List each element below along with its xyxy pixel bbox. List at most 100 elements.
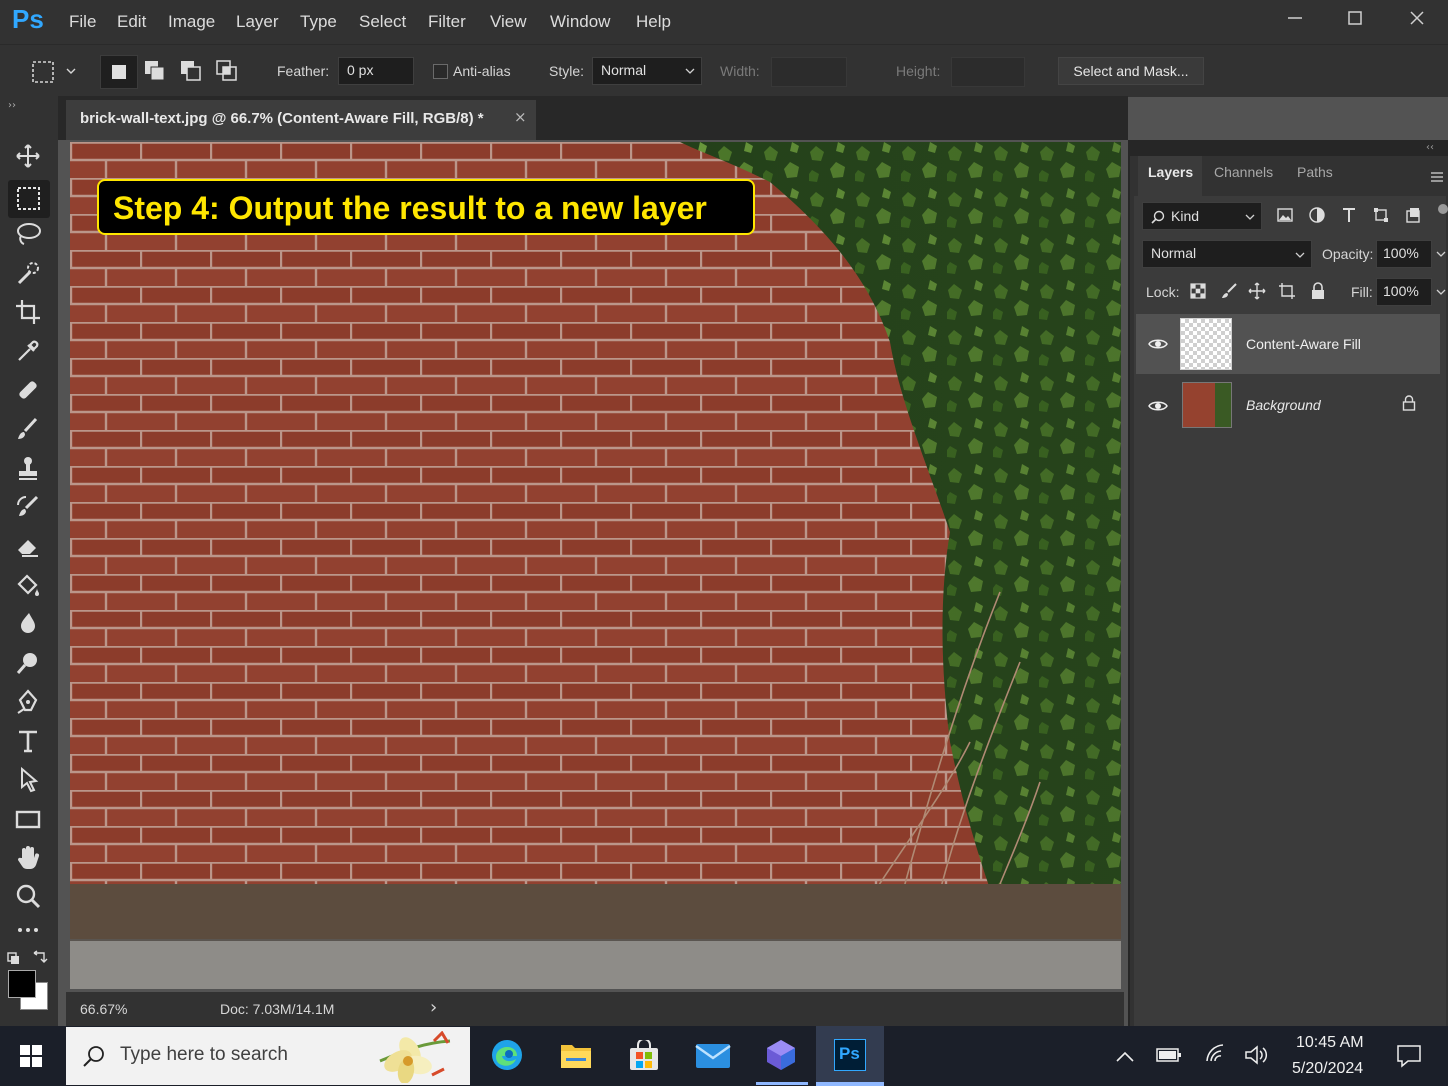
filter-pixel-layer-icon[interactable] [1276, 206, 1294, 228]
marquee-preset-picker[interactable] [30, 59, 82, 85]
edge-browser-icon[interactable] [490, 1038, 524, 1076]
blend-mode-dropdown[interactable]: Normal [1142, 240, 1312, 268]
style-label: Style: [549, 63, 585, 79]
type-tool-icon[interactable] [14, 727, 44, 757]
visibility-eye-icon[interactable] [1148, 398, 1168, 417]
opacity-chevron-down-icon[interactable] [1436, 250, 1446, 258]
menu-type[interactable]: Type [300, 12, 337, 32]
menu-layer[interactable]: Layer [236, 12, 279, 32]
select-and-mask-button[interactable]: Select and Mask... [1058, 57, 1204, 85]
style-dropdown[interactable]: Normal [592, 57, 702, 85]
menu-image[interactable]: Image [168, 12, 215, 32]
minimize-icon[interactable] [1280, 8, 1310, 32]
filter-toggle-icon[interactable] [1438, 204, 1448, 214]
filter-shape-layer-icon[interactable] [1372, 206, 1390, 228]
lock-all-icon[interactable] [1310, 282, 1326, 304]
status-menu-arrow-icon[interactable]: › [430, 997, 437, 1018]
rectangle-tool-icon[interactable] [14, 805, 44, 835]
default-swap-colors-icon[interactable] [6, 950, 50, 966]
filter-adjustment-layer-icon[interactable] [1308, 206, 1326, 228]
lock-image-pixels-icon[interactable] [1220, 282, 1238, 304]
lock-artboard-icon[interactable] [1278, 282, 1296, 304]
notification-center-icon[interactable] [1396, 1044, 1422, 1072]
menu-window[interactable]: Window [550, 12, 610, 32]
layer-row-background[interactable]: Background [1136, 376, 1440, 434]
taskbar-search-box[interactable]: Type here to search [66, 1027, 470, 1085]
history-brush-tool-icon[interactable] [14, 493, 44, 523]
clock-date[interactable]: 5/20/2024 [1292, 1060, 1363, 1078]
document-tab[interactable]: brick-wall-text.jpg @ 66.7% (Content-Awa… [66, 100, 536, 140]
menu-select[interactable]: Select [359, 12, 406, 32]
clock-time[interactable]: 10:45 AM [1296, 1034, 1364, 1052]
brush-tool-icon[interactable] [14, 415, 44, 445]
layer-name[interactable]: Content-Aware Fill [1246, 336, 1361, 352]
quick-selection-tool-icon[interactable] [14, 259, 44, 289]
filter-type-layer-icon[interactable] [1340, 206, 1358, 228]
paint-bucket-tool-icon[interactable] [14, 571, 44, 601]
lock-position-icon[interactable] [1248, 282, 1266, 304]
fill-chevron-down-icon[interactable] [1436, 288, 1446, 296]
layer-lock-icon[interactable] [1402, 395, 1416, 415]
width-input[interactable] [771, 57, 847, 87]
filter-smart-object-icon[interactable] [1404, 206, 1422, 228]
foreground-color-swatch[interactable] [8, 970, 36, 998]
layer-name[interactable]: Background [1246, 397, 1321, 413]
wifi-icon[interactable] [1204, 1044, 1226, 1068]
volume-icon[interactable] [1244, 1045, 1268, 1069]
lasso-tool-icon[interactable] [14, 220, 44, 250]
tab-channels[interactable]: Channels [1214, 164, 1273, 180]
mail-icon[interactable] [695, 1042, 731, 1074]
path-selection-tool-icon[interactable] [14, 766, 44, 796]
show-hidden-icons-icon[interactable] [1116, 1048, 1134, 1067]
healing-brush-tool-icon[interactable] [14, 376, 44, 406]
photoshop-taskbar-icon: Ps [834, 1039, 866, 1071]
move-tool-icon[interactable] [14, 142, 44, 172]
maximize-icon[interactable] [1340, 8, 1370, 32]
fill-input[interactable]: 100% [1376, 278, 1432, 306]
tab-layers[interactable]: Layers [1148, 164, 1193, 180]
pen-tool-icon[interactable] [14, 688, 44, 718]
antialias-checkbox[interactable] [433, 64, 448, 79]
battery-icon[interactable] [1156, 1047, 1182, 1067]
blend-mode-value: Normal [1151, 245, 1197, 261]
file-explorer-icon[interactable] [560, 1040, 592, 1074]
tab-paths[interactable]: Paths [1297, 164, 1333, 180]
app-cube-icon[interactable] [764, 1038, 798, 1076]
intersect-selection-button[interactable] [215, 59, 239, 87]
eyedropper-tool-icon[interactable] [14, 337, 44, 367]
layer-filter-kind-dropdown[interactable]: Kind [1142, 202, 1262, 230]
menu-edit[interactable]: Edit [117, 12, 146, 32]
height-input[interactable] [951, 57, 1025, 87]
visibility-eye-icon[interactable] [1148, 336, 1168, 355]
add-to-selection-button[interactable] [143, 59, 167, 87]
menu-view[interactable]: View [490, 12, 527, 32]
microsoft-store-icon[interactable] [628, 1038, 660, 1076]
photoshop-taskbar-button[interactable]: Ps [816, 1026, 884, 1086]
panel-menu-icon[interactable] [1430, 168, 1444, 187]
dodge-tool-icon[interactable] [14, 649, 44, 679]
menu-help[interactable]: Help [636, 12, 671, 32]
opacity-input[interactable]: 100% [1376, 240, 1432, 268]
collapse-toolbar-icon[interactable]: ›› [8, 100, 16, 111]
eraser-tool-icon[interactable] [14, 532, 44, 562]
close-window-icon[interactable] [1402, 8, 1432, 32]
close-tab-icon[interactable]: × [514, 108, 527, 126]
more-tools-icon[interactable] [14, 916, 44, 946]
rectangular-marquee-tool-icon[interactable] [8, 180, 50, 218]
feather-input[interactable]: 0 px [338, 57, 414, 85]
crop-tool-icon[interactable] [14, 298, 44, 328]
blur-tool-icon[interactable] [14, 610, 44, 640]
menu-filter[interactable]: Filter [428, 12, 466, 32]
new-selection-button[interactable] [100, 55, 138, 89]
hand-tool-icon[interactable] [14, 844, 44, 874]
subtract-from-selection-button[interactable] [179, 59, 203, 87]
clone-stamp-tool-icon[interactable] [14, 454, 44, 484]
lock-transparent-pixels-icon[interactable] [1190, 283, 1206, 303]
windows-start-icon[interactable] [20, 1045, 42, 1071]
layer-row-content-aware-fill[interactable]: Content-Aware Fill [1136, 314, 1440, 374]
menu-file[interactable]: File [69, 12, 96, 32]
zoom-tool-icon[interactable] [14, 883, 44, 913]
zoom-level[interactable]: 66.67% [80, 1001, 127, 1017]
collapse-panel-icon[interactable]: ‹‹ [1426, 142, 1434, 153]
document-canvas[interactable]: Step 4: Output the result to a new layer [70, 142, 1121, 989]
